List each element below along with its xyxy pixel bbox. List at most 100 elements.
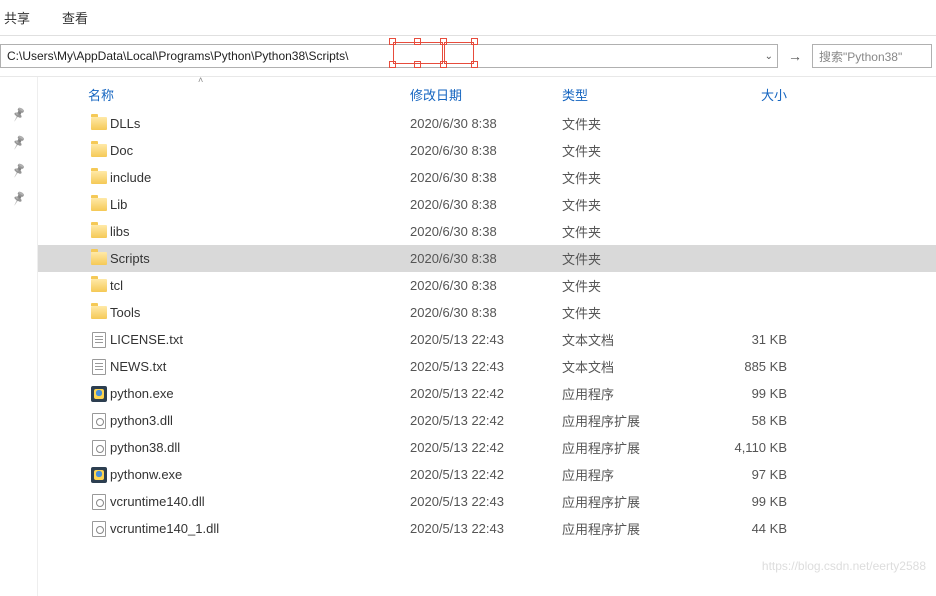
file-row[interactable]: python3.dll2020/5/13 22:42应用程序扩展58 KB [38,407,936,434]
folder-icon [88,117,110,130]
pin-icon[interactable] [10,133,27,150]
file-type: 文件夹 [562,249,712,268]
file-size: 97 KB [712,467,797,482]
file-name: Lib [110,197,410,212]
address-path: C:\Users\My\AppData\Local\Programs\Pytho… [7,49,348,63]
txt-icon [88,332,110,348]
quick-access-pins [0,77,38,596]
folder-icon [88,306,110,319]
file-type: 应用程序 [562,465,712,484]
search-input[interactable]: 搜索"Python38" [812,44,932,68]
column-header-type[interactable]: 类型 [562,85,712,104]
file-type: 应用程序 [562,384,712,403]
dll-icon [88,521,110,537]
address-bar[interactable]: C:\Users\My\AppData\Local\Programs\Pytho… [0,44,778,68]
pin-icon[interactable] [10,161,27,178]
file-type: 文件夹 [562,141,712,160]
pin-icon[interactable] [10,189,27,206]
handle-icon [440,61,447,68]
file-row[interactable]: Lib2020/6/30 8:38文件夹 [38,191,936,218]
file-size: 4,110 KB [712,440,797,455]
file-row[interactable]: include2020/6/30 8:38文件夹 [38,164,936,191]
file-name: DLLs [110,116,410,131]
exe-icon [88,386,110,402]
folder-icon [88,198,110,211]
arrow-right-icon: → [788,48,802,64]
file-type: 应用程序扩展 [562,492,712,511]
file-date: 2020/6/30 8:38 [410,278,562,293]
file-name: NEWS.txt [110,359,410,374]
file-type: 文件夹 [562,168,712,187]
handle-icon [414,61,421,68]
file-list: DLLs2020/6/30 8:38文件夹Doc2020/6/30 8:38文件… [38,110,936,542]
file-type: 文件夹 [562,195,712,214]
file-size: 99 KB [712,494,797,509]
dll-icon [88,494,110,510]
handle-icon [440,38,447,45]
handle-icon [414,38,421,45]
folder-icon [88,252,110,265]
file-row[interactable]: Doc2020/6/30 8:38文件夹 [38,137,936,164]
file-type: 文件夹 [562,222,712,241]
file-list-panel: ˄ 名称 修改日期 类型 大小 DLLs2020/6/30 8:38文件夹Doc… [38,77,936,596]
file-date: 2020/5/13 22:43 [410,494,562,509]
chevron-down-icon[interactable]: ⌄ [765,51,773,62]
file-name: vcruntime140.dll [110,494,410,509]
file-type: 文件夹 [562,276,712,295]
ribbon-tabs: 共享 查看 [0,0,936,36]
file-date: 2020/6/30 8:38 [410,116,562,131]
handle-icon [389,38,396,45]
dll-icon [88,440,110,456]
file-size: 58 KB [712,413,797,428]
file-row[interactable]: Scripts2020/6/30 8:38文件夹 [38,245,936,272]
file-type: 文件夹 [562,303,712,322]
column-header-size[interactable]: 大小 [712,85,797,104]
file-date: 2020/5/13 22:42 [410,386,562,401]
file-size: 44 KB [712,521,797,536]
file-date: 2020/6/30 8:38 [410,197,562,212]
file-row[interactable]: Tools2020/6/30 8:38文件夹 [38,299,936,326]
file-name: vcruntime140_1.dll [110,521,410,536]
ribbon-tab-view[interactable]: 查看 [58,6,92,29]
file-row[interactable]: NEWS.txt2020/5/13 22:43文本文档885 KB [38,353,936,380]
handle-icon [471,61,478,68]
file-name: Doc [110,143,410,158]
file-row[interactable]: pythonw.exe2020/5/13 22:42应用程序97 KB [38,461,936,488]
column-header-name[interactable]: 名称 [88,85,410,104]
sort-indicator-icon: ˄ [198,75,203,85]
file-date: 2020/5/13 22:42 [410,440,562,455]
file-date: 2020/5/13 22:43 [410,359,562,374]
file-name: LICENSE.txt [110,332,410,347]
file-row[interactable]: tcl2020/6/30 8:38文件夹 [38,272,936,299]
file-row[interactable]: vcruntime140_1.dll2020/5/13 22:43应用程序扩展4… [38,515,936,542]
file-name: tcl [110,278,410,293]
file-date: 2020/6/30 8:38 [410,143,562,158]
exe-icon [88,467,110,483]
file-name: python.exe [110,386,410,401]
main-area: ˄ 名称 修改日期 类型 大小 DLLs2020/6/30 8:38文件夹Doc… [0,77,936,596]
file-row[interactable]: python.exe2020/5/13 22:42应用程序99 KB [38,380,936,407]
ribbon-tab-share[interactable]: 共享 [0,6,34,29]
column-header-date[interactable]: 修改日期 [410,85,562,104]
highlight-box [444,42,474,64]
file-name: include [110,170,410,185]
pin-icon[interactable] [10,105,27,122]
file-type: 应用程序扩展 [562,438,712,457]
folder-icon [88,144,110,157]
file-name: Tools [110,305,410,320]
txt-icon [88,359,110,375]
file-name: python3.dll [110,413,410,428]
go-button[interactable]: → [784,44,806,68]
file-type: 文本文档 [562,357,712,376]
file-date: 2020/5/13 22:42 [410,467,562,482]
file-row[interactable]: vcruntime140.dll2020/5/13 22:43应用程序扩展99 … [38,488,936,515]
watermark: https://blog.csdn.net/eerty2588 [762,559,926,573]
file-type: 应用程序扩展 [562,411,712,430]
file-row[interactable]: libs2020/6/30 8:38文件夹 [38,218,936,245]
file-size: 99 KB [712,386,797,401]
file-type: 文本文档 [562,330,712,349]
file-row[interactable]: LICENSE.txt2020/5/13 22:43文本文档31 KB [38,326,936,353]
file-row[interactable]: python38.dll2020/5/13 22:42应用程序扩展4,110 K… [38,434,936,461]
file-name: python38.dll [110,440,410,455]
file-row[interactable]: DLLs2020/6/30 8:38文件夹 [38,110,936,137]
